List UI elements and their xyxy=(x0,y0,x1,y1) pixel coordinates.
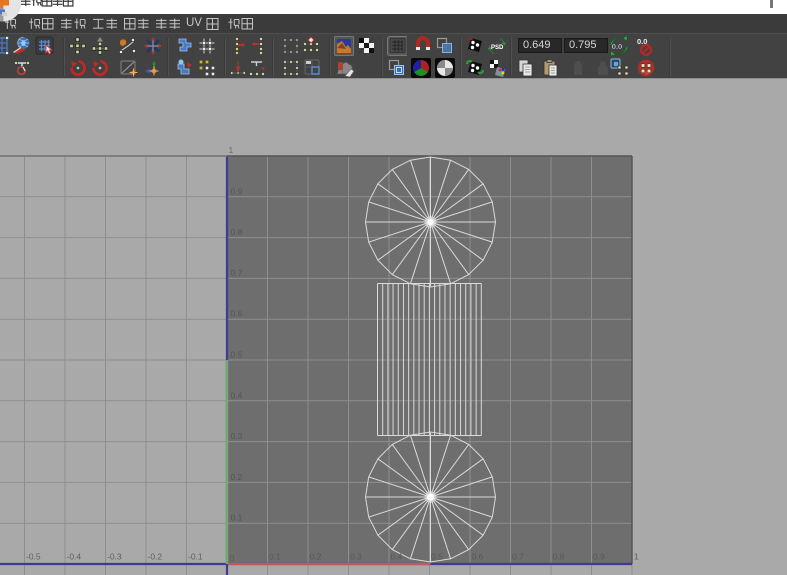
svg-text:0.2: 0.2 xyxy=(231,472,243,482)
svg-text:0.6: 0.6 xyxy=(231,309,243,319)
svg-text:0.8: 0.8 xyxy=(553,552,565,562)
svg-text:0.4: 0.4 xyxy=(231,390,243,400)
svg-text:0.5: 0.5 xyxy=(231,350,243,360)
svg-text:PSD: PSD xyxy=(491,45,504,51)
svg-text:0.5: 0.5 xyxy=(431,552,443,562)
svg-text:0: 0 xyxy=(230,553,235,563)
svg-text:0.4: 0.4 xyxy=(391,552,403,562)
svg-text:0.7: 0.7 xyxy=(231,268,243,278)
svg-text:0.3: 0.3 xyxy=(231,431,243,441)
svg-text:-0.1: -0.1 xyxy=(188,552,203,562)
svg-text:-0.2: -0.2 xyxy=(148,552,163,562)
svg-text:0.7: 0.7 xyxy=(512,552,524,562)
svg-text:0.9: 0.9 xyxy=(231,186,243,196)
svg-text:0.8: 0.8 xyxy=(231,227,243,237)
svg-text:0.1: 0.1 xyxy=(269,552,281,562)
svg-text:0.1: 0.1 xyxy=(231,513,243,523)
svg-text:0.2: 0.2 xyxy=(310,552,322,562)
svg-text:0.6: 0.6 xyxy=(472,552,484,562)
svg-text:0.3: 0.3 xyxy=(350,552,362,562)
svg-text:1: 1 xyxy=(229,145,234,155)
svg-text:0.9: 0.9 xyxy=(593,552,605,562)
svg-text:-0.4: -0.4 xyxy=(67,552,82,562)
svg-text:-0.3: -0.3 xyxy=(107,552,122,562)
svg-text:0.0: 0.0 xyxy=(612,42,622,51)
svg-text:1: 1 xyxy=(634,552,639,562)
svg-text:-0.5: -0.5 xyxy=(26,552,41,562)
